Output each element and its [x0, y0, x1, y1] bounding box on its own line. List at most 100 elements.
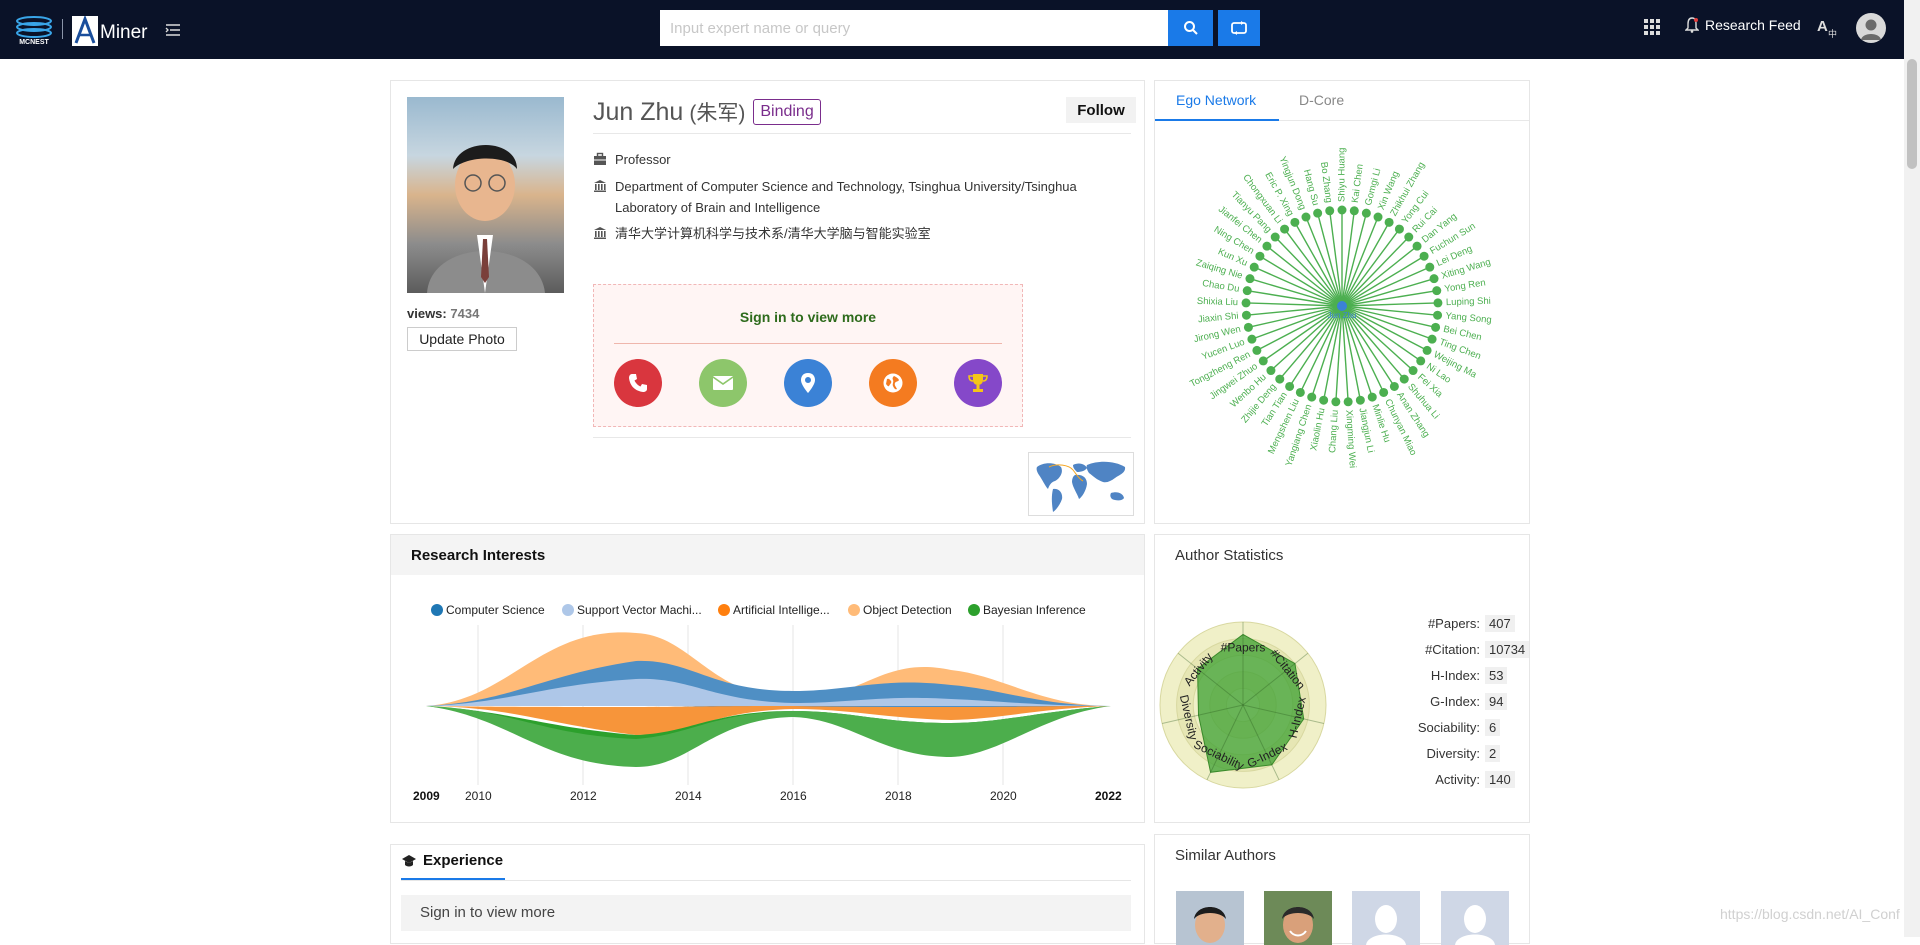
ego-node[interactable]: [1355, 395, 1365, 405]
ego-node[interactable]: [1432, 286, 1442, 296]
ego-node[interactable]: [1243, 322, 1253, 332]
switch-search-button[interactable]: [1218, 10, 1260, 46]
ego-node-label[interactable]: Shiyu Huang: [1337, 148, 1348, 202]
ego-node-label[interactable]: Yang Song: [1445, 311, 1492, 326]
menu-fold-icon[interactable]: [163, 20, 183, 40]
stat-label: #Papers:: [1427, 616, 1480, 631]
ego-node[interactable]: [1301, 212, 1311, 222]
tab-d-core[interactable]: D-Core: [1299, 92, 1344, 108]
ego-node[interactable]: [1408, 366, 1418, 376]
award-icon[interactable]: [954, 359, 1002, 407]
aminer-logo[interactable]: Miner: [72, 12, 148, 46]
ego-node[interactable]: [1431, 322, 1441, 332]
ego-node[interactable]: [1241, 298, 1251, 308]
affiliation-row: Department of Computer Science and Techn…: [593, 176, 1077, 218]
briefcase-icon: [594, 152, 606, 165]
ego-node[interactable]: [1266, 366, 1276, 376]
ego-node[interactable]: [1337, 205, 1347, 215]
ego-node[interactable]: [1245, 274, 1255, 284]
graduation-cap-icon: [402, 854, 416, 866]
ego-node[interactable]: [1280, 224, 1290, 234]
world-map-thumbnail[interactable]: [1028, 452, 1134, 516]
experience-signin-link[interactable]: Sign in to view more: [401, 895, 1131, 931]
top-navbar: MCNEST Miner Input expert name or query …: [0, 0, 1920, 59]
ego-node[interactable]: [1373, 212, 1383, 222]
ego-node[interactable]: [1394, 224, 1404, 234]
ego-node-label[interactable]: Yong Ren: [1444, 277, 1487, 294]
ego-node[interactable]: [1427, 334, 1437, 344]
ego-node[interactable]: [1361, 208, 1371, 218]
user-avatar-icon[interactable]: [1856, 13, 1886, 43]
ego-node[interactable]: [1262, 241, 1272, 251]
location-icon[interactable]: [784, 359, 832, 407]
search-input[interactable]: [660, 10, 1168, 46]
ego-node[interactable]: [1285, 381, 1295, 391]
ego-node[interactable]: [1325, 206, 1335, 216]
ego-node-label[interactable]: Luping Shi: [1446, 296, 1491, 308]
ego-node[interactable]: [1404, 232, 1414, 242]
ego-node-label[interactable]: Bo Zhang: [1318, 161, 1334, 203]
update-photo-button[interactable]: Update Photo: [407, 327, 517, 351]
ego-node[interactable]: [1242, 286, 1252, 296]
research-interests-header: Research Interests: [391, 535, 1144, 575]
ego-node-label[interactable]: Chao Du: [1201, 278, 1240, 295]
ego-node[interactable]: [1241, 310, 1251, 320]
experience-title: Experience: [423, 852, 504, 869]
stat-value: 10734: [1485, 641, 1530, 658]
ego-node[interactable]: [1433, 310, 1443, 320]
follow-button[interactable]: Follow: [1066, 97, 1136, 123]
ego-node[interactable]: [1343, 397, 1353, 407]
ego-node-label[interactable]: Kai Chen: [1350, 163, 1366, 203]
scrollbar-thumb[interactable]: [1907, 59, 1917, 169]
research-feed-link[interactable]: Research Feed: [1685, 17, 1801, 33]
binding-button[interactable]: Binding: [753, 99, 821, 125]
stat-g-index: G-Index: 94: [1365, 693, 1508, 710]
ego-node[interactable]: [1275, 374, 1285, 384]
ego-node-label[interactable]: Xingming Wei: [1343, 409, 1358, 468]
ego-node[interactable]: [1433, 298, 1443, 308]
ego-node[interactable]: [1295, 387, 1305, 397]
ego-node[interactable]: [1255, 251, 1265, 261]
ego-node[interactable]: [1349, 206, 1359, 216]
ego-node[interactable]: [1429, 274, 1439, 284]
ego-node[interactable]: [1422, 345, 1432, 355]
phone-icon[interactable]: [614, 359, 662, 407]
ego-node[interactable]: [1258, 356, 1268, 366]
ego-center-node[interactable]: [1337, 301, 1347, 311]
ego-node-label[interactable]: Chang Liu: [1327, 409, 1341, 453]
ego-network-graph[interactable]: Shiyu Huang Kai ChenGomgi LiXin WangZhikh…: [1155, 121, 1529, 523]
ego-node[interactable]: [1416, 356, 1426, 366]
ego-node[interactable]: [1399, 374, 1409, 384]
ego-node[interactable]: [1252, 345, 1262, 355]
search-button[interactable]: [1168, 10, 1213, 46]
language-icon[interactable]: A 中: [1816, 15, 1840, 39]
ego-node[interactable]: [1412, 241, 1422, 251]
tab-ego-network[interactable]: Ego Network: [1176, 92, 1256, 108]
ego-node-label[interactable]: Jiaxin Shi: [1197, 311, 1239, 326]
ego-node[interactable]: [1379, 387, 1389, 397]
ego-node[interactable]: [1367, 392, 1377, 402]
contact-signin-panel: Sign in to view more: [593, 284, 1023, 427]
author-radar-chart[interactable]: #Papers #CitationH-IndexG-IndexSociabilit…: [1155, 605, 1345, 805]
email-icon[interactable]: [699, 359, 747, 407]
ego-node[interactable]: [1331, 397, 1341, 407]
ego-node[interactable]: [1425, 262, 1435, 272]
research-streamgraph[interactable]: [391, 615, 1144, 825]
mcnest-logo[interactable]: MCNEST: [14, 14, 54, 46]
ego-node[interactable]: [1270, 232, 1280, 242]
ego-node[interactable]: [1384, 217, 1394, 227]
ego-node[interactable]: [1247, 334, 1257, 344]
ego-node[interactable]: [1290, 217, 1300, 227]
apps-grid-icon[interactable]: [1643, 18, 1661, 36]
ego-node[interactable]: [1319, 395, 1329, 405]
signin-link[interactable]: Sign in to view more: [594, 309, 1022, 325]
ego-node[interactable]: [1313, 208, 1323, 218]
homepage-icon[interactable]: [869, 359, 917, 407]
svg-text:A: A: [1817, 18, 1828, 35]
ego-node[interactable]: [1249, 262, 1259, 272]
ego-node[interactable]: [1307, 392, 1317, 402]
ego-node-label[interactable]: Shixia Liu: [1197, 296, 1239, 308]
ego-node[interactable]: [1389, 381, 1399, 391]
ego-node[interactable]: [1419, 251, 1429, 261]
experience-divider: [401, 880, 1131, 881]
